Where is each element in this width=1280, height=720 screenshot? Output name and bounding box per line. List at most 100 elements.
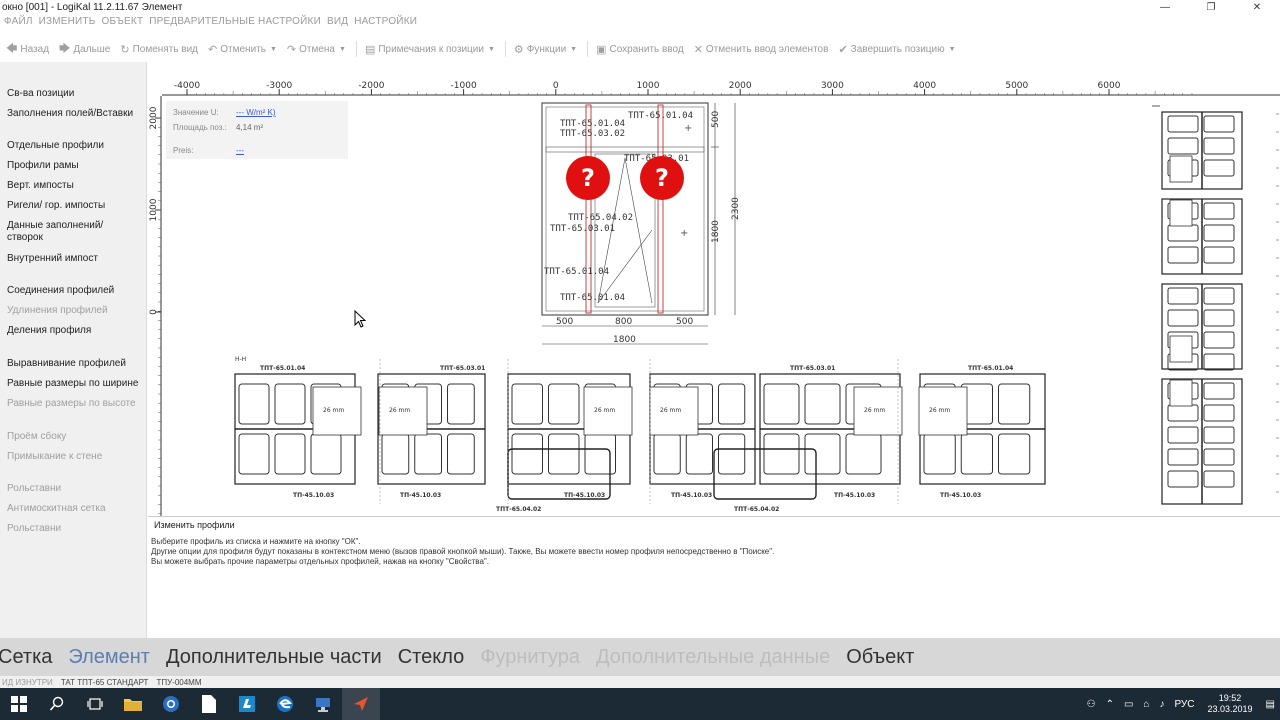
taskbar-explorer[interactable] xyxy=(114,688,152,720)
price-value[interactable]: --- xyxy=(236,146,244,155)
toolbar-divider xyxy=(355,41,357,57)
profile-chamber xyxy=(274,383,306,425)
glass-pane xyxy=(1169,199,1193,227)
sidebar-item-roller-shutters[interactable]: Рольставни xyxy=(7,483,61,495)
chevron-down-icon[interactable]: ▼ xyxy=(270,46,277,53)
sidebar-item-transoms[interactable]: Ригели/ гор. импосты xyxy=(7,200,105,212)
menu-settings[interactable]: НАСТРОЙКИ xyxy=(354,16,417,32)
chevron-down-icon[interactable]: ▼ xyxy=(949,46,956,53)
back-button[interactable]: 🡄 Назад xyxy=(6,40,49,59)
sidebar-item-position-properties[interactable]: Св-ва позиции xyxy=(7,88,74,100)
forward-button[interactable]: 🡆 Дальше xyxy=(59,40,110,59)
change-view-button[interactable]: ↻ Поменять вид xyxy=(120,43,198,56)
taskbar-browser[interactable] xyxy=(152,688,190,720)
taskbar-app[interactable] xyxy=(228,688,266,720)
status-bar: ИД ИЗНУТРИ ТАТ ТПТ-65 СТАНДАРТ ТПУ-004ММ xyxy=(0,676,1280,688)
profile-chamber xyxy=(653,433,681,475)
taskbar-logikal[interactable] xyxy=(342,688,380,720)
ruler-tick-label: 1000 xyxy=(149,198,159,221)
profile-chamber xyxy=(1203,426,1235,444)
profile-chamber xyxy=(548,433,580,475)
profile-chamber xyxy=(511,383,543,425)
close-button[interactable]: ✕ xyxy=(1234,0,1280,14)
position-notes-button[interactable]: ▤ Примечания к позиции ▼ xyxy=(365,43,495,56)
sidebar-item-profile-joints[interactable]: Соединения профилей xyxy=(7,285,114,297)
left-ruler: 2000 1000 0 xyxy=(149,96,162,516)
chevron-down-icon[interactable]: ▼ xyxy=(339,46,346,53)
glass-label: 26 mm xyxy=(594,407,615,414)
horizontal-section[interactable]: Н-Н ТПТ-65.01.04 ТПТ-65.03.01 ТПТ-65.03.… xyxy=(230,354,1050,514)
sidebar-item-profile-alignment[interactable]: Выравнивание профилей xyxy=(7,358,126,370)
sidebar-item-profile-extensions[interactable]: Удлинения профилей xyxy=(7,305,108,317)
refresh-icon: ↻ xyxy=(120,43,130,56)
window-controls: — ❐ ✕ xyxy=(1142,0,1280,14)
message-line: Другие опции для профиля будут показаны … xyxy=(151,547,775,556)
sidebar-item-equal-width[interactable]: Равные размеры по ширине xyxy=(7,378,138,390)
sidebar-item-single-profiles[interactable]: Отдельные профили xyxy=(7,140,104,152)
sidebar-item-vertical-mullions[interactable]: Верт. импосты xyxy=(7,180,74,192)
sidebar-item-fills[interactable]: Заполнения полей/Вставки xyxy=(7,108,133,120)
task-view-button[interactable] xyxy=(76,688,114,720)
chevron-down-icon[interactable]: ▼ xyxy=(570,46,577,53)
functions-button[interactable]: ⚙ Функции ▼ xyxy=(514,43,577,56)
tab-hardware[interactable]: Фурнитура xyxy=(480,646,580,669)
network-icon xyxy=(316,698,330,712)
profile-chamber xyxy=(804,383,841,425)
sidebar-item-inner-mullion[interactable]: Внутренний импост xyxy=(7,253,98,265)
menu-edit[interactable]: ИЗМЕНИТЬ xyxy=(39,16,96,32)
network-tray-icon[interactable]: ⌂ xyxy=(1143,699,1149,710)
people-icon[interactable]: ⚇ xyxy=(1087,699,1096,710)
taskbar-edge[interactable] xyxy=(266,688,304,720)
top-ruler: -4000 -3000 -2000 -1000 0 1000 2000 3000 4000 500… xyxy=(162,81,1280,96)
ruler-tick-label: 6000 xyxy=(1098,81,1121,91)
title-bar: окно [001] - LogiKal 11.2.11.67 Элемент … xyxy=(0,0,1280,14)
finish-position-button[interactable]: ✔ Завершить позицию ▼ xyxy=(838,43,955,56)
tab-additional-parts[interactable]: Дополнительные части xyxy=(166,646,382,669)
battery-icon[interactable]: ▭ xyxy=(1124,699,1133,710)
window-elevation[interactable]: + + ТПТ-65.01.04 ТПТ-65.03.02 ТПТ-65.01.… xyxy=(535,98,750,350)
sidebar-item-frame-profiles[interactable]: Профили рамы xyxy=(7,160,79,172)
dimension-label: 800 xyxy=(615,317,632,327)
tab-glass[interactable]: Стекло xyxy=(398,646,465,669)
search-button[interactable] xyxy=(38,688,76,720)
vertical-section[interactable] xyxy=(1148,104,1280,508)
start-button[interactable] xyxy=(0,688,38,720)
cancel-input-button[interactable]: ✕ Отменить ввод элементов xyxy=(694,43,829,56)
ruler-tick-label: 5000 xyxy=(1005,81,1028,91)
redo-button[interactable]: ↷ Отмена ▼ xyxy=(287,43,346,56)
tab-object[interactable]: Объект xyxy=(846,646,914,669)
document-icon xyxy=(202,695,216,713)
undo-button[interactable]: ↶ Отменить ▼ xyxy=(208,43,277,56)
notifications-icon[interactable]: ▤ xyxy=(1266,699,1275,710)
profile-chamber xyxy=(511,433,543,475)
profile-label: ТПТ-65.04.02 xyxy=(734,506,779,513)
menu-file[interactable]: ФАЙЛ xyxy=(4,16,33,32)
language-indicator[interactable]: РУС xyxy=(1174,699,1194,710)
chevron-up-icon[interactable]: ⌃ xyxy=(1106,699,1114,710)
sidebar-item-equal-height[interactable]: Равные размеры по высоте xyxy=(7,398,136,410)
taskbar-document[interactable] xyxy=(190,688,228,720)
profile-chamber xyxy=(1203,353,1235,371)
sidebar-item-wall-connection[interactable]: Примыкание к стене xyxy=(7,451,102,463)
menu-object[interactable]: ОБЪЕКТ xyxy=(102,16,144,32)
profile-label: ТП-45.10.03 xyxy=(834,492,875,499)
menu-presets[interactable]: ПРЕДВАРИТЕЛЬНЫЕ НАСТРОЙКИ xyxy=(149,16,321,32)
save-input-button[interactable]: ▣ Сохранить ввод xyxy=(596,43,684,56)
tab-element[interactable]: Элемент xyxy=(68,646,150,669)
chevron-down-icon[interactable]: ▼ xyxy=(488,46,495,53)
maximize-button[interactable]: ❐ xyxy=(1188,0,1234,14)
sidebar-item-mosquito-net[interactable]: Антимоскитная сетка xyxy=(7,503,106,515)
clock[interactable]: 19:52 23.03.2019 xyxy=(1208,693,1253,715)
minimize-button[interactable]: — xyxy=(1142,0,1188,14)
sidebar-item-fill-data[interactable]: Данные заполнений/створок xyxy=(7,220,117,244)
tab-grid[interactable]: Сетка xyxy=(0,646,52,669)
taskbar-network-app[interactable] xyxy=(304,688,342,720)
u-value[interactable]: --- W/m² K) xyxy=(236,108,276,117)
sidebar-item-profile-divisions[interactable]: Деления профиля xyxy=(7,325,91,337)
sidebar-item-roller-shutters-2[interactable]: Рольставни xyxy=(7,523,61,535)
sidebar-item-side-opening[interactable]: Проём сбоку xyxy=(7,431,66,443)
menu-view[interactable]: ВИД xyxy=(327,16,348,32)
section-label: Н-Н xyxy=(235,356,246,363)
tab-additional-data[interactable]: Дополнительные данные xyxy=(596,646,830,669)
volume-icon[interactable]: ♪ xyxy=(1159,699,1164,710)
